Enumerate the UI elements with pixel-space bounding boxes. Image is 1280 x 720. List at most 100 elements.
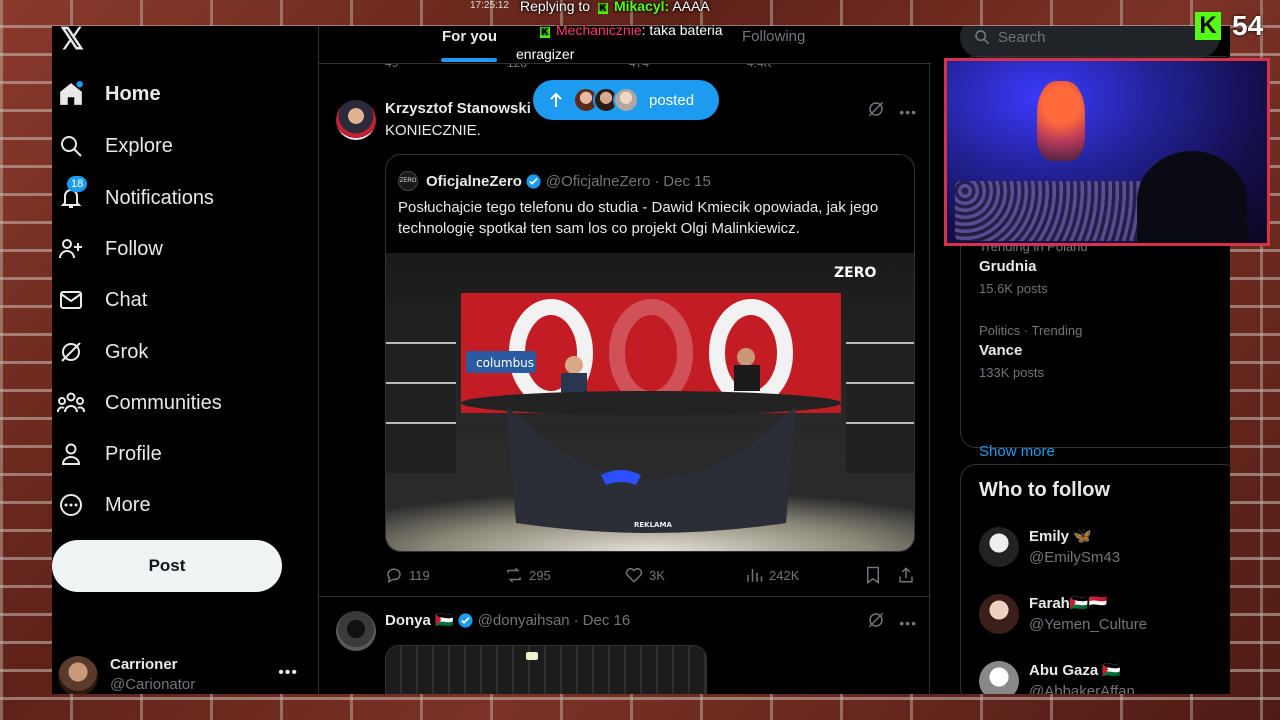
tab-for-you[interactable]: For you: [442, 28, 497, 45]
show-more-link[interactable]: Show more: [979, 443, 1055, 460]
tweet-author-avatar[interactable]: [336, 100, 376, 140]
suggestion-avatar: [979, 527, 1019, 567]
nav-item-home[interactable]: Home: [57, 72, 161, 116]
viewer-count: 54: [1232, 10, 1264, 41]
tweet[interactable]: Donya 🇵🇸 @donyaihsan · Dec 16 •••: [319, 597, 931, 694]
follow-suggestion[interactable]: Farah🇵🇸🇾🇪 @Yemen_Culture: [979, 594, 1230, 638]
nav-label-more: More: [105, 493, 151, 516]
chat-message-continued: enragizer: [516, 46, 575, 62]
quote-text: Posłuchajcie tego telefonu do studia - D…: [398, 199, 879, 237]
account-switcher[interactable]: Carrioner @Carionator •••: [58, 656, 298, 694]
trend-name: Grudnia: [979, 258, 1037, 275]
nav-item-profile[interactable]: Profile: [57, 432, 162, 476]
notifications-badge: 18: [67, 176, 88, 192]
verified-badge-icon: [458, 612, 473, 628]
tweet-author-name[interactable]: Donya 🇵🇸: [385, 611, 454, 629]
suggestion-handle: @AbbakerAffan: [1029, 683, 1135, 694]
suggestion-handle: @EmilySm43: [1029, 549, 1121, 566]
new-posts-pill[interactable]: posted: [533, 80, 719, 120]
suggestion-name: Abu Gaza 🇵🇸: [1029, 662, 1122, 679]
nav-label-communities: Communities: [105, 391, 222, 414]
account-avatar: [58, 656, 98, 694]
x-logo-icon[interactable]: 𝕏: [60, 26, 88, 55]
nav-item-chat[interactable]: Chat: [57, 278, 147, 322]
chat-text: AAAA: [672, 0, 710, 14]
tweet-more-icon[interactable]: •••: [899, 615, 917, 631]
webcam-overlay: [944, 58, 1270, 246]
webcam-blanket: [955, 181, 1165, 241]
sponsor-logo-text: columbus: [476, 356, 534, 370]
like-button[interactable]: 3K: [625, 566, 665, 584]
grok-icon: [57, 338, 85, 366]
follow-suggestion[interactable]: Emily 🦋 @EmilySm43: [979, 527, 1230, 571]
verified-badge-icon: [526, 173, 541, 189]
nav-item-explore[interactable]: Explore: [57, 124, 173, 168]
tweet-author-avatar[interactable]: [336, 611, 376, 651]
suggestion-name: Farah🇵🇸🇾🇪: [1029, 595, 1108, 612]
nav-item-notifications[interactable]: 18 Notifications: [57, 176, 214, 220]
suggestion-avatar: [979, 594, 1019, 634]
reklama-text: REKLAMA: [634, 521, 672, 529]
nav-item-follow[interactable]: Follow: [57, 227, 163, 271]
search-icon: [975, 30, 990, 45]
follow-suggestion[interactable]: Abu Gaza 🇵🇸 @AbbakerAffan: [979, 661, 1230, 694]
webcam-streamer: [1137, 151, 1247, 243]
account-more-icon[interactable]: •••: [278, 664, 298, 682]
nav-label-chat: Chat: [105, 288, 148, 311]
views-icon: [747, 569, 763, 582]
zero-brand-text: ZERO: [834, 265, 876, 281]
tweet-author-name[interactable]: Krzysztof Stanowski: [385, 100, 531, 117]
trend-meta: Politics · Trending: [979, 323, 1083, 338]
view-count: 242K: [769, 567, 800, 583]
reply-button[interactable]: 119: [385, 566, 430, 584]
who-to-follow-title: Who to follow: [979, 479, 1111, 501]
chat-text: : taka bateria: [641, 22, 723, 38]
tweet-author-handle[interactable]: @donyaihsan: [478, 612, 570, 629]
communities-icon: [57, 389, 85, 417]
kick-badge-icon: K: [597, 3, 608, 14]
tweet-actions: 119 295 3K 242K: [385, 566, 915, 586]
search-icon: [57, 132, 85, 160]
grok-icon[interactable]: [867, 611, 885, 634]
quote-video[interactable]: columbus ZERO REKLAMA: [386, 253, 914, 551]
kick-logo-icon: K: [1195, 12, 1221, 40]
grok-icon[interactable]: [867, 100, 885, 123]
tweet-date[interactable]: Dec 16: [583, 612, 631, 629]
tweet[interactable]: Krzysztof Stanowski 5 ••• KONIECZNIE. ZE…: [319, 88, 931, 597]
account-handle: @Carionator: [110, 676, 196, 693]
repost-icon: [507, 567, 521, 583]
chat-username: Mechanicznie: [556, 22, 642, 38]
chat-username: Mikacyl:: [613, 0, 670, 14]
trend-count: 15.6K posts: [979, 281, 1048, 296]
chat-reply-label: Replying to: [520, 0, 591, 14]
chat-timestamp: 17:25:12: [470, 0, 509, 11]
nav-item-grok[interactable]: Grok: [57, 330, 148, 374]
tweet-media-image[interactable]: [385, 645, 707, 694]
home-icon: [57, 80, 85, 108]
trend-item[interactable]: Trending in Poland Grudnia 15.6K posts: [979, 239, 1088, 296]
trend-item[interactable]: Politics · Trending Vance 133K posts: [979, 323, 1082, 380]
add-person-icon: [57, 235, 85, 263]
suggestion-name: Emily 🦋: [1029, 528, 1092, 545]
suggestion-handle: @Yemen_Culture: [1029, 616, 1148, 633]
quote-author-handle: @OficjalneZero: [545, 172, 651, 190]
share-icon[interactable]: [897, 566, 915, 584]
search-bar[interactable]: Search: [960, 26, 1220, 58]
tab-following[interactable]: Following: [742, 28, 805, 45]
nav-item-communities[interactable]: Communities: [57, 381, 222, 425]
tweet-more-icon[interactable]: •••: [899, 104, 917, 120]
quoted-tweet[interactable]: ZERO OficjalneZero @OficjalneZero · Dec …: [385, 154, 915, 552]
pill-avatar: [613, 87, 639, 113]
account-name: Carrioner: [110, 656, 178, 673]
tweet-top-icons: •••: [867, 611, 917, 634]
trend-name: Vance: [979, 342, 1023, 359]
bell-icon: 18: [57, 176, 88, 212]
bookmark-icon[interactable]: [865, 566, 881, 584]
views-button[interactable]: 242K: [745, 566, 799, 584]
nav-item-more[interactable]: More: [57, 483, 151, 527]
reply-icon: [387, 568, 401, 584]
repost-button[interactable]: 295: [505, 566, 551, 584]
post-button[interactable]: Post: [52, 540, 282, 592]
pill-avatars: [573, 87, 639, 113]
nav-label-explore: Explore: [105, 134, 173, 157]
